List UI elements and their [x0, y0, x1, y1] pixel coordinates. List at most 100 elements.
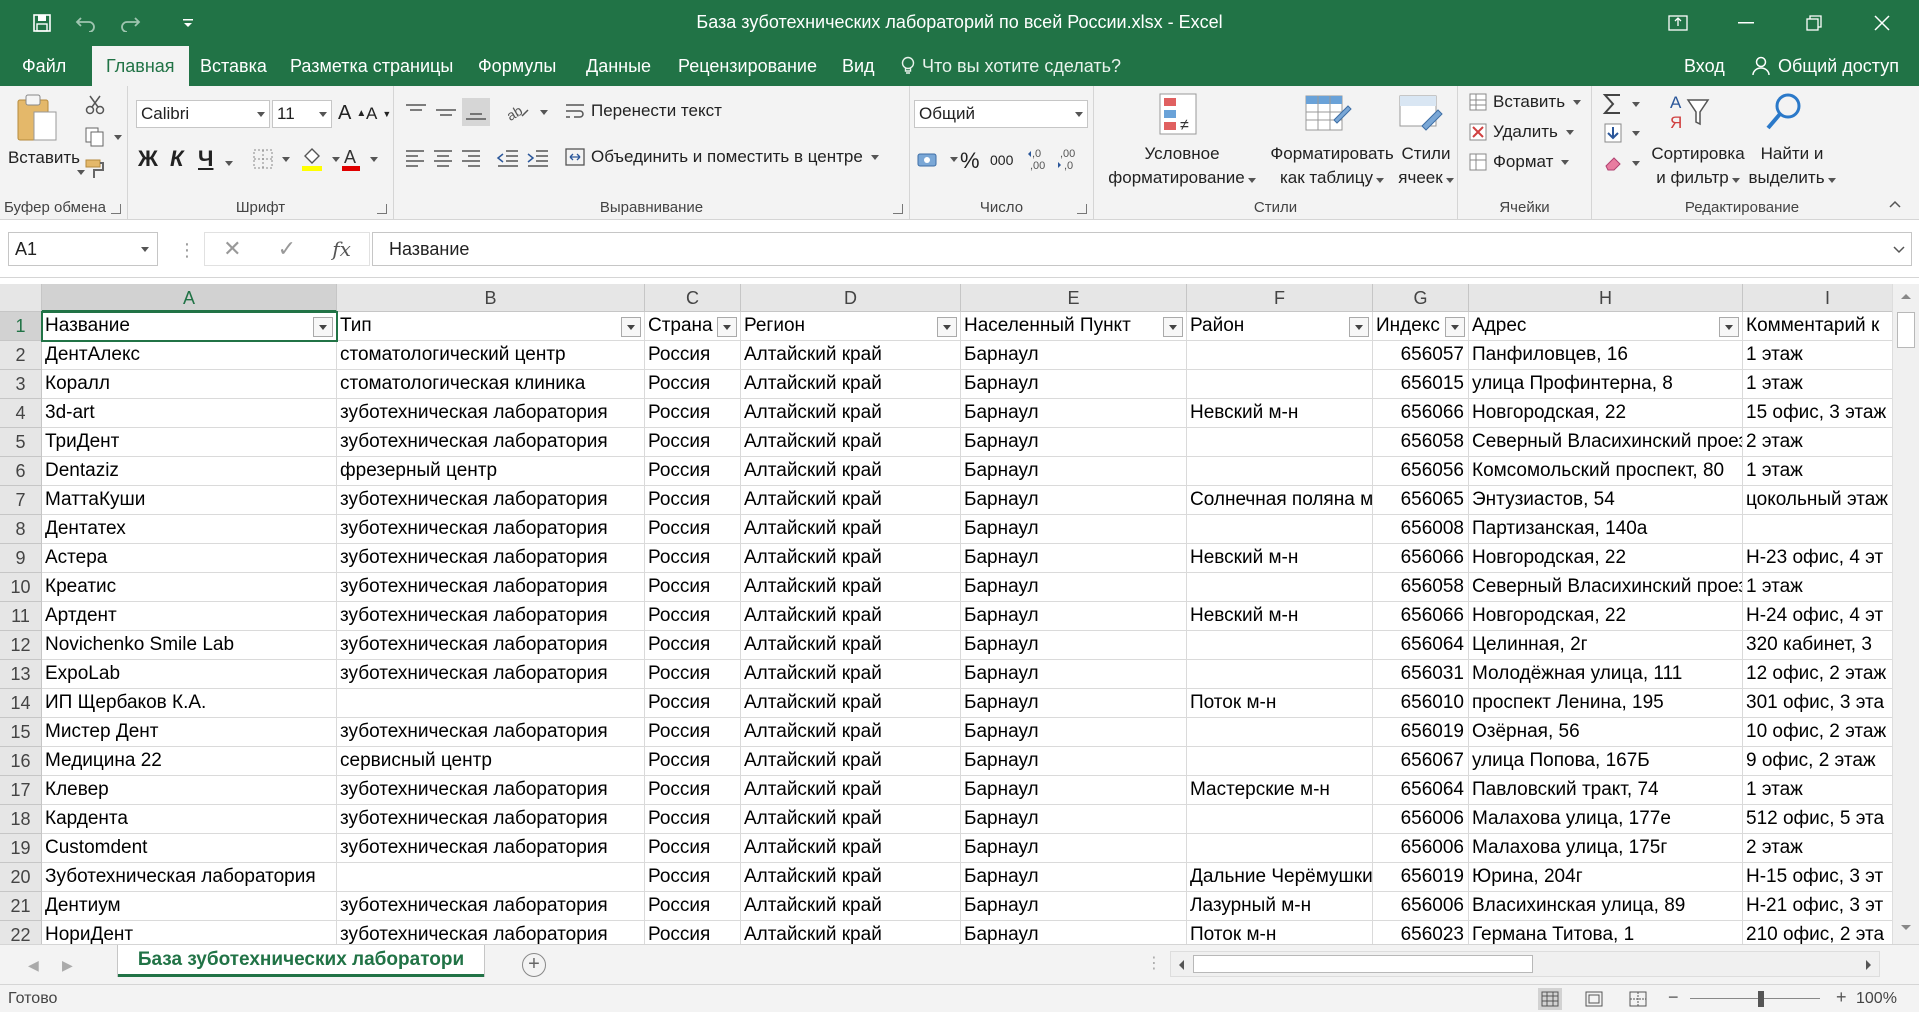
table-cell[interactable]: 656023: [1373, 921, 1469, 944]
tab-file[interactable]: Файл: [8, 46, 80, 86]
close-icon[interactable]: [1852, 0, 1912, 46]
table-cell[interactable]: Dentaziz: [42, 457, 337, 486]
table-cell[interactable]: [1187, 660, 1373, 689]
increase-decimal-icon[interactable]: ,0,00: [1028, 146, 1054, 172]
zoom-slider[interactable]: [1690, 998, 1820, 999]
table-cell[interactable]: [337, 863, 645, 892]
table-cell[interactable]: Алтайский край: [741, 689, 961, 718]
table-cell[interactable]: Барнаул: [961, 863, 1187, 892]
delete-cells-button[interactable]: Удалить: [1468, 122, 1574, 142]
table-cell[interactable]: 301 офис, 3 эта: [1743, 689, 1913, 718]
table-cell[interactable]: Россия: [645, 921, 741, 944]
table-cell[interactable]: Россия: [645, 776, 741, 805]
font-color-icon[interactable]: A: [340, 146, 378, 172]
table-cell[interactable]: Россия: [645, 718, 741, 747]
table-cell[interactable]: 656031: [1373, 660, 1469, 689]
table-cell[interactable]: сервисный центр: [337, 747, 645, 776]
conditional-formatting-icon[interactable]: ≠: [1156, 90, 1200, 138]
row-header[interactable]: 12: [0, 631, 42, 660]
collapse-ribbon-icon[interactable]: [1888, 196, 1902, 214]
restore-icon[interactable]: [1784, 0, 1844, 46]
column-header-f[interactable]: F: [1187, 284, 1373, 312]
table-cell[interactable]: 1 этаж: [1743, 457, 1913, 486]
row-header[interactable]: 11: [0, 602, 42, 631]
table-cell[interactable]: стоматологическая клиника: [337, 370, 645, 399]
decrease-decimal-icon[interactable]: ,00,0: [1058, 146, 1084, 172]
sheet-tab[interactable]: База зуботехнических лаборатори: [118, 945, 484, 977]
expand-formula-bar-icon[interactable]: [1892, 242, 1906, 260]
merge-center-button[interactable]: Объединить и поместить в центре: [564, 146, 879, 168]
table-cell[interactable]: 656067: [1373, 747, 1469, 776]
conditional-formatting-button[interactable]: Условное форматирование: [1098, 142, 1266, 190]
table-cell[interactable]: Новгородская, 22: [1469, 602, 1743, 631]
table-cell[interactable]: 1 этаж: [1743, 573, 1913, 602]
table-cell[interactable]: Барнаул: [961, 399, 1187, 428]
table-cell[interactable]: зуботехническая лаборатория: [337, 892, 645, 921]
row-header[interactable]: 7: [0, 486, 42, 515]
font-size-select[interactable]: 11: [272, 100, 332, 128]
table-cell[interactable]: Барнаул: [961, 718, 1187, 747]
tab-data[interactable]: Данные: [572, 46, 665, 86]
underline-dropdown-icon[interactable]: [225, 161, 233, 166]
select-all-corner[interactable]: [0, 284, 42, 312]
row-header[interactable]: 9: [0, 544, 42, 573]
cell-styles-icon[interactable]: [1398, 90, 1446, 138]
table-cell[interactable]: 656008: [1373, 515, 1469, 544]
table-cell[interactable]: Россия: [645, 747, 741, 776]
table-cell[interactable]: 1 этаж: [1743, 341, 1913, 370]
tab-home[interactable]: Главная: [92, 46, 189, 86]
vertical-scrollbar[interactable]: [1892, 284, 1919, 944]
table-cell[interactable]: Барнаул: [961, 428, 1187, 457]
format-painter-icon[interactable]: [84, 158, 106, 180]
table-cell[interactable]: Комсомольский проспект, 80: [1469, 457, 1743, 486]
percent-style-button[interactable]: %: [960, 148, 980, 174]
table-cell[interactable]: 3d-art: [42, 399, 337, 428]
header-cell[interactable]: Адрес: [1469, 312, 1743, 341]
table-cell[interactable]: Россия: [645, 573, 741, 602]
table-cell[interactable]: Северный Власихинский проезд: [1469, 428, 1743, 457]
table-cell[interactable]: Россия: [645, 834, 741, 863]
table-cell[interactable]: Барнаул: [961, 892, 1187, 921]
table-cell[interactable]: Россия: [645, 428, 741, 457]
zoom-out-button[interactable]: −: [1668, 987, 1679, 1008]
table-cell[interactable]: Н-24 офис, 4 эт: [1743, 602, 1913, 631]
column-header-i[interactable]: I: [1743, 284, 1913, 312]
table-cell[interactable]: Павловский тракт, 74: [1469, 776, 1743, 805]
column-header-h[interactable]: H: [1469, 284, 1743, 312]
table-cell[interactable]: Россия: [645, 370, 741, 399]
table-cell[interactable]: Алтайский край: [741, 370, 961, 399]
accounting-format-icon[interactable]: [916, 148, 958, 170]
table-cell[interactable]: Барнаул: [961, 747, 1187, 776]
alignment-launcher-icon[interactable]: [893, 204, 903, 214]
table-cell[interactable]: Мистер Дент: [42, 718, 337, 747]
align-middle-icon[interactable]: [434, 102, 458, 122]
table-cell[interactable]: Н-15 офис, 3 эт: [1743, 863, 1913, 892]
table-cell[interactable]: Озёрная, 56: [1469, 718, 1743, 747]
number-launcher-icon[interactable]: [1077, 204, 1087, 214]
scroll-up-icon[interactable]: [1900, 292, 1912, 300]
table-cell[interactable]: Россия: [645, 341, 741, 370]
filter-dropdown-icon[interactable]: [1445, 317, 1465, 337]
row-header[interactable]: 22: [0, 921, 42, 944]
table-cell[interactable]: Поток м-н: [1187, 689, 1373, 718]
table-cell[interactable]: Россия: [645, 602, 741, 631]
format-as-table-icon[interactable]: [1304, 90, 1352, 138]
tab-page-layout[interactable]: Разметка страницы: [276, 46, 467, 86]
table-cell[interactable]: 656019: [1373, 863, 1469, 892]
filter-dropdown-icon[interactable]: [717, 317, 737, 337]
table-cell[interactable]: Целинная, 2г: [1469, 631, 1743, 660]
table-cell[interactable]: Клевер: [42, 776, 337, 805]
table-cell[interactable]: 9 офис, 2 этаж: [1743, 747, 1913, 776]
table-cell[interactable]: МаттаКуши: [42, 486, 337, 515]
page-break-view-icon[interactable]: [1626, 988, 1650, 1010]
table-cell[interactable]: ExpoLab: [42, 660, 337, 689]
formula-bar-splitter-icon[interactable]: ⋮: [178, 240, 196, 261]
column-header-g[interactable]: G: [1373, 284, 1469, 312]
table-cell[interactable]: Россия: [645, 631, 741, 660]
table-cell[interactable]: Юрина, 204г: [1469, 863, 1743, 892]
table-cell[interactable]: зуботехническая лаборатория: [337, 805, 645, 834]
table-cell[interactable]: 656019: [1373, 718, 1469, 747]
table-cell[interactable]: Креатис: [42, 573, 337, 602]
header-cell[interactable]: Комментарий к: [1743, 312, 1913, 341]
table-cell[interactable]: цокольный этаж: [1743, 486, 1913, 515]
